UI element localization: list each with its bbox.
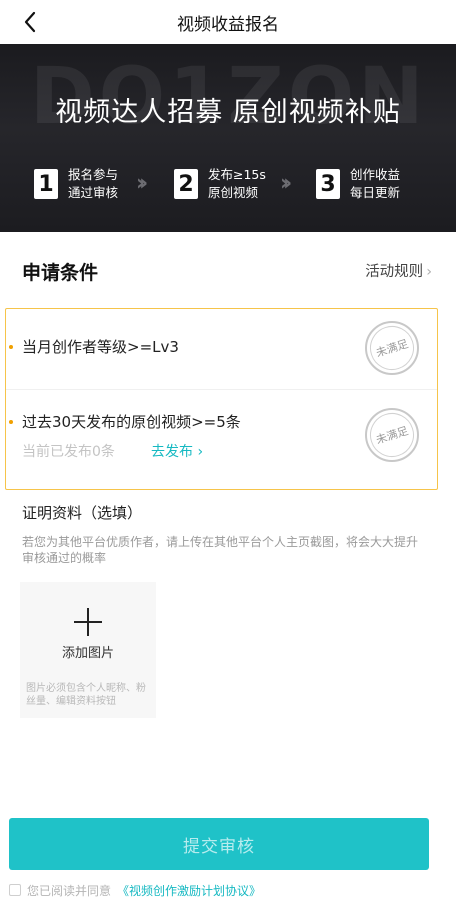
- step-number: 3: [316, 169, 340, 199]
- condition-item-level: 当月创作者等级>=Lv3 未满足: [6, 309, 437, 389]
- banner-headline: 视频达人招募 原创视频补贴: [55, 97, 401, 128]
- stamp-label: 未满足: [374, 424, 410, 447]
- condition-text: 过去30天发布的原创视频>=5条: [22, 413, 241, 431]
- step-3: 3 创作收益 每日更新: [316, 162, 400, 206]
- page-title: 视频收益报名: [177, 15, 279, 35]
- not-met-stamp-icon: 未满足: [364, 407, 420, 463]
- agreement-link[interactable]: 《视频创作激励计划协议》: [117, 882, 261, 899]
- step-line2: 原创视频: [208, 185, 259, 200]
- double-chevron-icon: ››: [136, 171, 148, 196]
- plus-icon: [74, 608, 102, 636]
- step-2: 2 发布≥15s 原创视频: [174, 162, 266, 206]
- condition-item-videos: 过去30天发布的原创视频>=5条 当前已发布0条 去发布 › 未满足: [6, 390, 437, 490]
- not-met-stamp-icon: 未满足: [364, 320, 420, 376]
- nav-bar: 视频收益报名: [0, 0, 456, 44]
- bullet-dot: [9, 345, 13, 349]
- agreement-row: 您已阅读并同意 《视频创作激励计划协议》: [9, 882, 261, 898]
- published-count: 当前已发布0条: [22, 444, 115, 460]
- upload-hint: 图片必须包含个人昵称、粉丝量、编辑资料按钮: [26, 683, 146, 707]
- proof-title: 证明资料（选填）: [22, 504, 143, 522]
- conditions-title: 申请条件: [22, 262, 99, 284]
- step-line1: 发布≥15s: [208, 167, 266, 182]
- conditions-box: 当月创作者等级>=Lv3 未满足 过去30天发布的原创视频>=5条 当前已发布0…: [5, 308, 438, 490]
- step-number: 2: [174, 169, 198, 199]
- add-image-button[interactable]: 添加图片 图片必须包含个人昵称、粉丝量、编辑资料按钮: [20, 582, 156, 718]
- activity-rules-label: 活动规则: [365, 264, 424, 280]
- proof-description: 若您为其他平台优质作者，请上传在其他平台个人主页截图，将会大大提升审核通过的概率: [22, 535, 419, 565]
- add-image-label: 添加图片: [61, 646, 114, 661]
- step-line2: 通过审核: [68, 185, 119, 200]
- banner-steps: 1 报名参与 通过审核 ›› 2 发布≥15s 原创视频 ›› 3 创作收益 每…: [0, 162, 456, 206]
- go-publish-link[interactable]: 去发布 ›: [151, 441, 203, 461]
- step-number: 1: [34, 169, 58, 199]
- activity-rules-link[interactable]: 活动规则 ›: [365, 260, 432, 281]
- step-line1: 创作收益: [350, 167, 401, 182]
- bullet-dot: [9, 420, 13, 424]
- chevron-right-icon: ›: [426, 264, 432, 280]
- recruit-banner: DO1ZON 视频达人招募 原创视频补贴 1 报名参与 通过审核 ›› 2 发布…: [0, 44, 456, 232]
- condition-text: 当月创作者等级>=Lv3: [22, 338, 179, 356]
- step-line1: 报名参与: [68, 167, 119, 182]
- double-chevron-icon: ››: [280, 171, 292, 196]
- stamp-label: 未满足: [374, 337, 410, 360]
- agreement-checkbox[interactable]: [9, 884, 21, 896]
- submit-review-button[interactable]: 提交审核: [9, 818, 429, 870]
- step-line2: 每日更新: [350, 185, 401, 200]
- step-1: 1 报名参与 通过审核: [34, 162, 118, 206]
- conditions-header: 申请条件 活动规则 ›: [0, 232, 456, 308]
- agreement-text: 您已阅读并同意: [27, 883, 112, 898]
